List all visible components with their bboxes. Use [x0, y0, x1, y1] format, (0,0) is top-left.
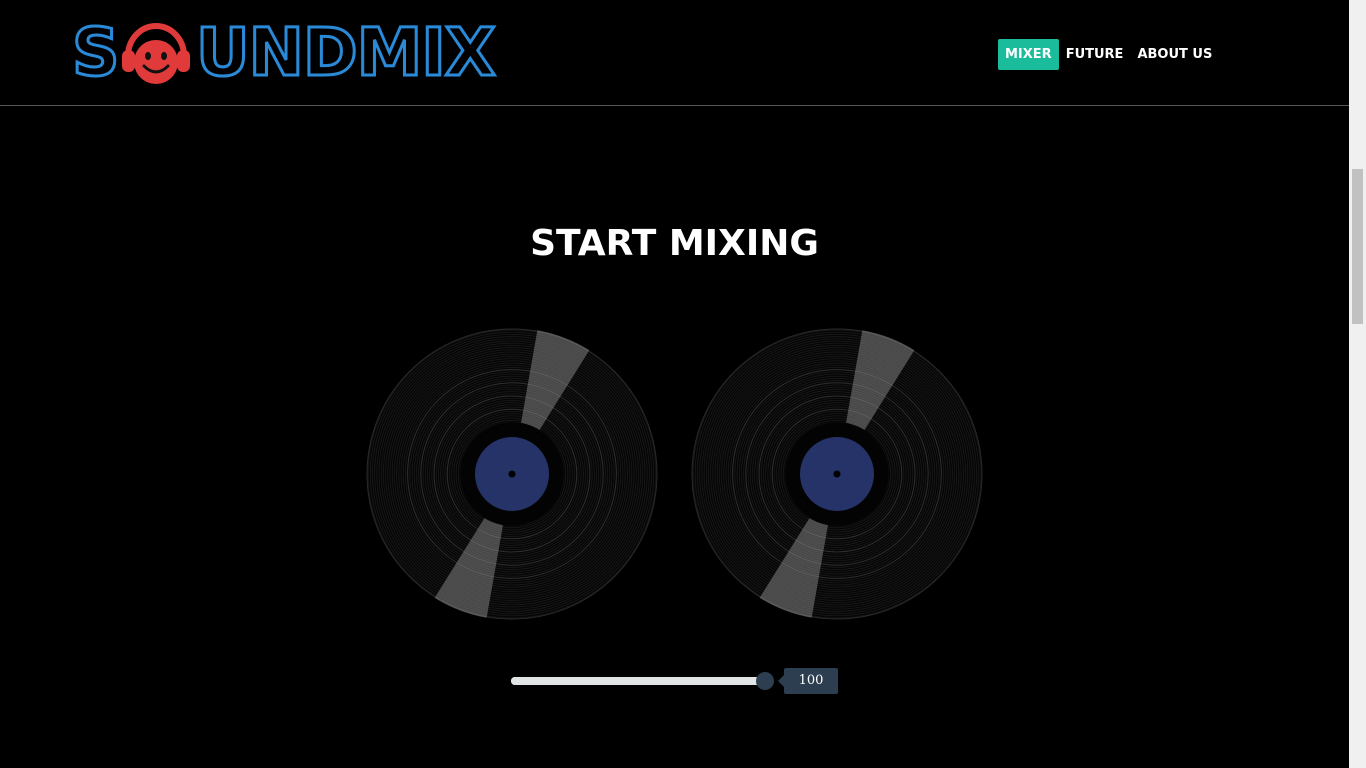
- nav-item-mixer[interactable]: MIXER: [998, 39, 1059, 70]
- record-spindle-hole: [508, 470, 516, 478]
- volume-value-badge: 100: [778, 668, 838, 694]
- slider-fill: [511, 677, 765, 685]
- turntable-record-right[interactable]: [691, 328, 983, 620]
- record-spindle-hole: [833, 470, 841, 478]
- main-nav: MIXER FUTURE ABOUT US: [998, 39, 1219, 70]
- nav-item-future[interactable]: FUTURE: [1059, 39, 1131, 70]
- page-title: START MIXING: [530, 223, 819, 264]
- nav-item-about-us[interactable]: ABOUT US: [1130, 39, 1219, 70]
- turntable-record-left[interactable]: [366, 328, 658, 620]
- headphone-smiley-icon: [122, 23, 190, 84]
- scrollbar-thumb[interactable]: [1352, 169, 1363, 324]
- slider-handle[interactable]: [756, 672, 774, 690]
- page-scrollbar[interactable]: [1349, 0, 1366, 768]
- logo-letter-s: S: [71, 14, 122, 91]
- logo-letters-undmix: UNDMIX: [195, 14, 498, 91]
- soundmix-logo[interactable]: S UNDMIX: [70, 14, 498, 91]
- site-header: S UNDMIX MIXER FUTURE ABOUT US: [0, 0, 1349, 106]
- volume-slider[interactable]: [511, 672, 774, 690]
